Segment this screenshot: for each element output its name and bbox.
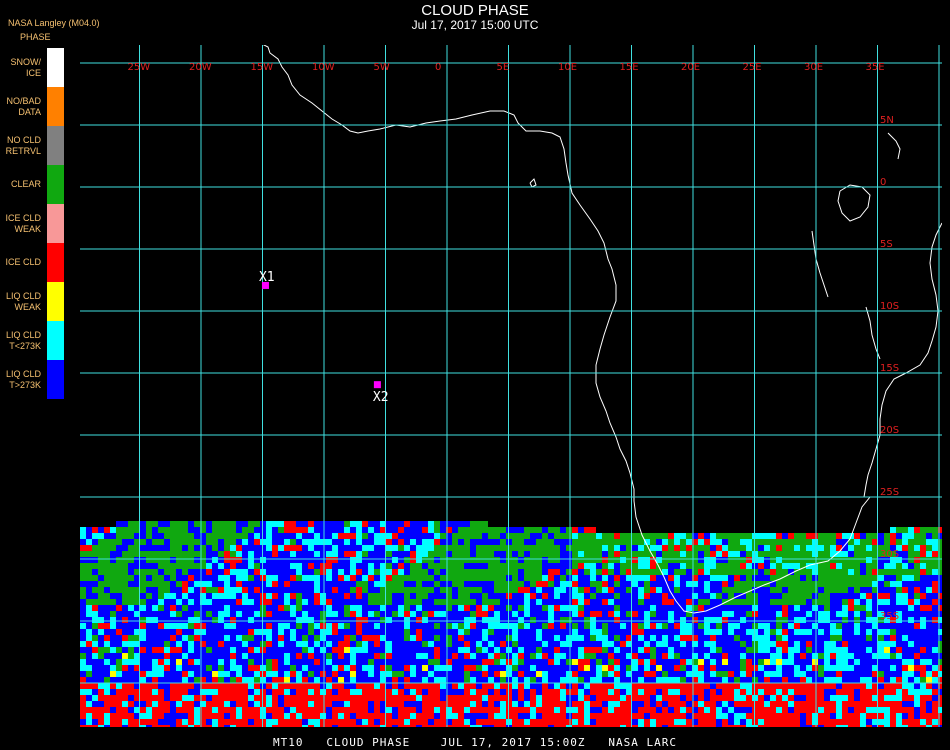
longitude-label: 10E — [558, 62, 577, 73]
longitude-label: 15E — [620, 62, 639, 73]
longitude-label: 25E — [743, 62, 762, 73]
longitude-label: 0 — [435, 62, 441, 73]
cloud-field — [80, 521, 942, 727]
legend-swatch — [47, 243, 64, 282]
legend-label: LIQ CLD T>273K — [5, 368, 41, 390]
producer-label: NASA Langley (M04.0) — [8, 18, 100, 28]
latitude-label: 30S — [880, 549, 899, 560]
longitude-label: 10W — [312, 62, 335, 73]
legend-label: ICE CLD — [5, 257, 41, 267]
legend-label: NO/BAD DATA — [6, 95, 41, 117]
latitude-label: 25S — [880, 487, 899, 498]
longitude-label: 5W — [374, 62, 390, 73]
latitude-label: 10S — [880, 301, 899, 312]
marker-label: X1 — [259, 270, 275, 285]
longitude-label: 25W — [128, 62, 151, 73]
longitude-label: 20W — [189, 62, 212, 73]
map-title: CLOUD PHASE — [421, 2, 529, 19]
latitude-label: 15S — [880, 363, 899, 374]
legend-swatch — [47, 87, 64, 126]
latitude-label: 5S — [880, 239, 893, 250]
longitude-label: 30E — [804, 62, 823, 73]
legend-swatch — [47, 282, 64, 321]
legend-label: SNOW/ ICE — [10, 56, 42, 78]
cloud-phase-map: 25W 20W 15W 10W 5W 0 5E 10E 15E 20E 25E 30E 35E 5N 0 5S… — [80, 45, 942, 727]
legend-swatch — [47, 204, 64, 243]
legend-swatch — [47, 360, 64, 399]
location-marker — [373, 381, 381, 389]
longitude-label: 15W — [251, 62, 274, 73]
legend-label: LIQ CLD T<273K — [5, 329, 41, 351]
legend-label: NO CLD RETRVL — [5, 134, 41, 156]
footer-caption: MT10 CLOUD PHASE JUL 17, 2017 15:00Z NAS… — [273, 736, 677, 749]
longitude-label: 20E — [681, 62, 700, 73]
latitude-label: 20S — [880, 425, 899, 436]
longitude-label: 5E — [497, 62, 510, 73]
latitude-label: 0 — [880, 177, 886, 188]
marker-label: X2 — [373, 390, 389, 405]
latitude-label: 35S — [880, 611, 899, 622]
legend-swatch — [47, 321, 64, 360]
legend-label: ICE CLD WEAK — [5, 212, 41, 234]
legend-label: CLEAR — [10, 179, 41, 189]
legend-label: LIQ CLD WEAK — [5, 290, 41, 312]
map-subtitle: Jul 17, 2017 15:00 UTC — [411, 18, 539, 32]
legend-swatch — [47, 126, 64, 165]
legend-title: PHASE — [20, 32, 51, 42]
longitude-label: 35E — [866, 62, 885, 73]
legend-swatch — [47, 48, 64, 87]
latitude-label: 5N — [880, 115, 894, 126]
legend-swatch — [47, 165, 64, 204]
